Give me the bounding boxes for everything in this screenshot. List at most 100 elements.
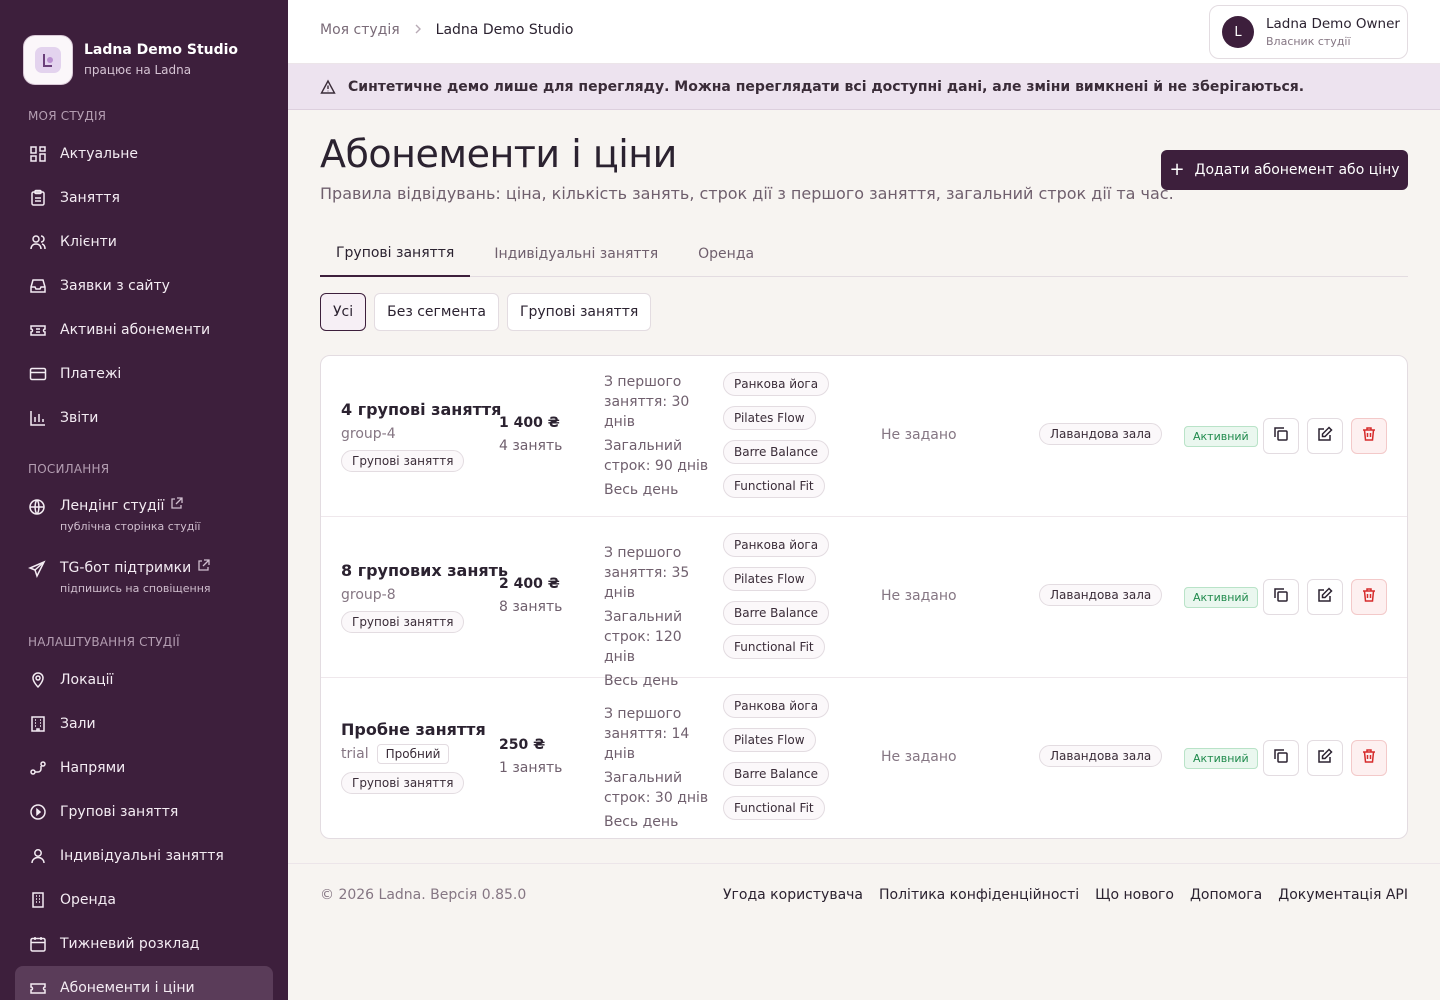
avatar: L (1222, 16, 1254, 48)
building-icon (28, 714, 48, 734)
breadcrumb: Моя студія Ladna Demo Studio (320, 22, 573, 38)
add-pass-button[interactable]: + Додати абонемент або ціну (1161, 150, 1408, 190)
sidebar-item-individual-classes[interactable]: Індивідуальні заняття (0, 834, 288, 878)
pass-info: Пробне заняття trial Пробний Групові зан… (341, 720, 486, 794)
brand-name: Ladna Demo Studio (84, 42, 239, 58)
validity-first: З першого заняття: 30 днів (604, 374, 690, 430)
directions-list: Ранкова йога Pilates Flow Barre Balance … (723, 694, 830, 830)
link-subtitle: підпишись на сповіщення (60, 582, 211, 595)
direction-chip: Pilates Flow (723, 567, 816, 591)
directions-list: Ранкова йога Pilates Flow Barre Balance … (723, 372, 830, 508)
breadcrumb-item[interactable]: Моя студія (320, 22, 400, 38)
sidebar-item-passes-prices[interactable]: Абонементи і ціни (15, 966, 273, 1000)
tab-rent[interactable]: Оренда (682, 230, 770, 277)
link-label: Лендінг студії (60, 497, 165, 514)
footer-link-api-docs[interactable]: Документація API (1278, 887, 1408, 903)
delete-button[interactable] (1351, 418, 1387, 454)
pass-count: 8 занять (499, 599, 563, 615)
table-row: Пробне заняття trial Пробний Групові зан… (321, 678, 1407, 838)
clipboard-icon (28, 188, 48, 208)
trial-badge: Пробний (376, 744, 450, 764)
sidebar: Ladna Demo Studio працює на Ladna МОЯ СТ… (0, 0, 288, 1000)
link-label: TG-бот підтримки (60, 559, 192, 576)
pass-count: 1 занять (499, 760, 563, 776)
direction-chip: Pilates Flow (723, 728, 816, 752)
footer-link-terms[interactable]: Угода користувача (723, 887, 863, 903)
sidebar-item-reports[interactable]: Звіти (0, 396, 288, 440)
direction-chip: Functional Fit (723, 796, 825, 820)
directions-list: Ранкова йога Pilates Flow Barre Balance … (723, 533, 830, 669)
direction-chip: Functional Fit (723, 635, 825, 659)
inbox-icon (28, 276, 48, 296)
sidebar-item-payments[interactable]: Платежі (0, 352, 288, 396)
section-label-studio: МОЯ СТУДІЯ (28, 109, 107, 123)
edit-button[interactable] (1307, 579, 1343, 615)
direction-chip: Barre Balance (723, 762, 830, 786)
page-subtitle: Правила відвідувань: ціна, кількість зан… (320, 184, 1174, 203)
sidebar-item-halls[interactable]: Зали (0, 702, 288, 746)
copy-button[interactable] (1263, 740, 1299, 776)
sidebar-item-locations[interactable]: Локації (0, 658, 288, 702)
credit-card-icon (28, 364, 48, 384)
sidebar-link-landing[interactable]: Лендінг студії публічна сторінка студії (0, 491, 288, 553)
warning-icon (320, 79, 336, 95)
delete-button[interactable] (1351, 740, 1387, 776)
sidebar-item-label: Індивідуальні заняття (60, 848, 224, 864)
sidebar-item-label: Клієнти (60, 234, 117, 250)
tab-individual-classes[interactable]: Індивідуальні заняття (478, 230, 674, 277)
footer-link-privacy[interactable]: Політика конфіденційності (879, 887, 1079, 903)
footer-link-whats-new[interactable]: Що нового (1095, 887, 1174, 903)
flow-icon (28, 758, 48, 778)
add-pass-button-label: Додати абонемент або ціну (1194, 162, 1400, 178)
sidebar-item-requests[interactable]: Заявки з сайту (0, 264, 288, 308)
delete-button[interactable] (1351, 579, 1387, 615)
sidebar-item-group-classes[interactable]: Групові заняття (0, 790, 288, 834)
tab-group-classes[interactable]: Групові заняття (320, 230, 471, 277)
sidebar-item-label: Напрями (60, 760, 126, 776)
sidebar-item-rent[interactable]: Оренда (0, 878, 288, 922)
sidebar-item-label: Заявки з сайту (60, 278, 170, 294)
copy-button[interactable] (1263, 579, 1299, 615)
edit-button[interactable] (1307, 740, 1343, 776)
passes-table: 4 групові заняття group-4 Групові занятт… (320, 355, 1408, 839)
sidebar-item-label: Звіти (60, 410, 99, 426)
user-icon (28, 846, 48, 866)
segment-none[interactable]: Без сегмента (374, 293, 499, 331)
category-chip: Групові заняття (341, 450, 465, 472)
segment-all[interactable]: Усі (320, 293, 367, 331)
time-window: Весь день (604, 482, 679, 498)
footer-link-help[interactable]: Допомога (1190, 887, 1262, 903)
segment-group-classes[interactable]: Групові заняття (506, 293, 652, 331)
sidebar-link-tg-bot[interactable]: TG-бот підтримки підпишись на сповіщення (0, 553, 288, 615)
direction-chip: Functional Fit (723, 474, 825, 498)
play-circle-icon (28, 802, 48, 822)
brand[interactable]: Ladna Demo Studio працює на Ladna (0, 0, 288, 96)
sidebar-item-directions[interactable]: Напрями (0, 746, 288, 790)
room-chip: Лавандова зала (1039, 423, 1163, 445)
user-menu[interactable]: L Ladna Demo Owner Власник студії (1209, 5, 1408, 59)
pass-name: 8 групових занять (341, 561, 509, 580)
sidebar-item-clients[interactable]: Клієнти (0, 220, 288, 264)
chevron-right-icon (414, 22, 422, 38)
edit-icon (1317, 587, 1333, 607)
copy-button[interactable] (1263, 418, 1299, 454)
pass-slug: group-4 (341, 426, 396, 442)
limit-value: Не задано (881, 588, 957, 604)
sidebar-item-label: Локації (60, 672, 114, 688)
brand-logo (23, 34, 73, 85)
edit-button[interactable] (1307, 418, 1343, 454)
sidebar-item-weekly-schedule[interactable]: Тижневий розклад (0, 922, 288, 966)
copyright: © 2026 Ladna. Версія 0.85.0 (320, 886, 527, 903)
sidebar-item-label: Тижневий розклад (60, 936, 200, 952)
limit-value: Не задано (881, 427, 957, 443)
map-pin-icon (28, 670, 48, 690)
sidebar-item-classes[interactable]: Заняття (0, 176, 288, 220)
sidebar-item-active-passes[interactable]: Активні абонементи (0, 308, 288, 352)
direction-chip: Ранкова йога (723, 694, 830, 718)
category-chip: Групові заняття (341, 772, 465, 794)
brand-subtitle: працює на Ladna (84, 63, 192, 77)
link-subtitle: публічна сторінка студії (60, 520, 201, 533)
sidebar-item-current[interactable]: Актуальне (0, 132, 288, 176)
users-icon (28, 232, 48, 252)
calendar-icon (28, 934, 48, 954)
